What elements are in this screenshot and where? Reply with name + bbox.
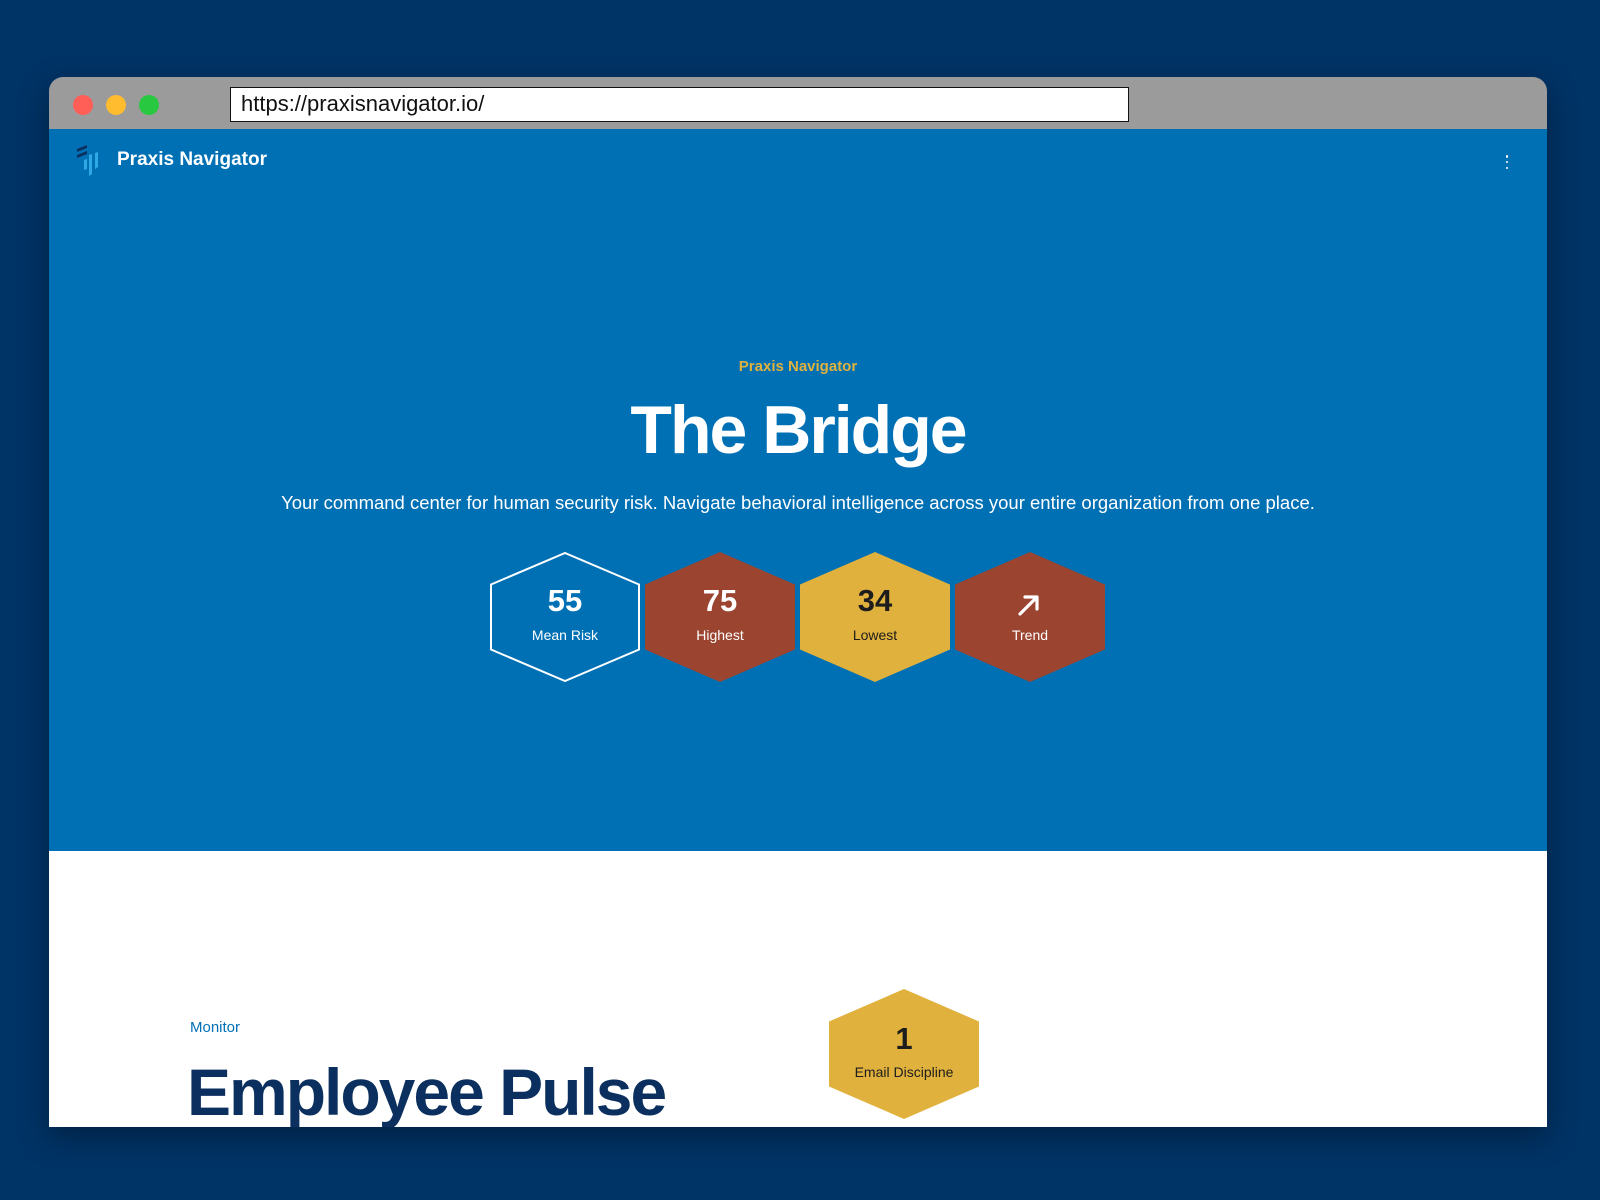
card-value: 1 bbox=[895, 1021, 913, 1056]
stat-value: 34 bbox=[857, 583, 893, 618]
maximize-window-button[interactable] bbox=[139, 95, 159, 115]
page-title: The Bridge bbox=[630, 392, 967, 468]
stat-label: Mean Risk bbox=[531, 627, 599, 643]
section-title: Employee Pulse bbox=[187, 1055, 667, 1127]
hero-section: Praxis Navigator Praxis Navigator The Br… bbox=[49, 129, 1547, 851]
card-label: Email Discipline bbox=[854, 1064, 954, 1080]
email-discipline-card[interactable]: 1 Email Discipline bbox=[829, 989, 979, 1119]
minimize-window-button[interactable] bbox=[106, 95, 126, 115]
stat-value: 55 bbox=[547, 583, 583, 618]
monitor-eyebrow: Monitor bbox=[190, 1019, 241, 1036]
kebab-menu-icon[interactable] bbox=[1501, 155, 1513, 169]
close-window-button[interactable] bbox=[73, 95, 93, 115]
stat-value: 75 bbox=[702, 583, 738, 618]
hero-subtitle: Your command center for human security r… bbox=[281, 492, 1315, 513]
browser-window: https://praxisnavigator.io/ Praxis Navig… bbox=[49, 77, 1547, 1127]
stat-label: Highest bbox=[696, 627, 744, 643]
stat-label: Lowest bbox=[852, 627, 898, 643]
arrow-up-right-icon bbox=[1018, 595, 1039, 616]
brand-name[interactable]: Praxis Navigator bbox=[117, 149, 267, 171]
stat-mean-risk[interactable]: 55 Mean Risk bbox=[490, 552, 640, 682]
stat-trend[interactable]: Trend bbox=[955, 552, 1105, 682]
page-viewport: Praxis Navigator Praxis Navigator The Br… bbox=[49, 129, 1547, 1127]
address-bar[interactable]: https://praxisnavigator.io/ bbox=[230, 87, 1129, 122]
browser-titlebar: https://praxisnavigator.io/ bbox=[49, 77, 1547, 129]
stat-lowest[interactable]: 34 Lowest bbox=[800, 552, 950, 682]
praxis-logo-icon[interactable] bbox=[74, 143, 104, 177]
hero-eyebrow: Praxis Navigator bbox=[738, 358, 858, 375]
stat-highest[interactable]: 75 Highest bbox=[645, 552, 795, 682]
risk-stats: 55 Mean Risk 75 Highest 34 Lowest Trend bbox=[490, 552, 1110, 682]
stat-label: Trend bbox=[1011, 627, 1049, 643]
